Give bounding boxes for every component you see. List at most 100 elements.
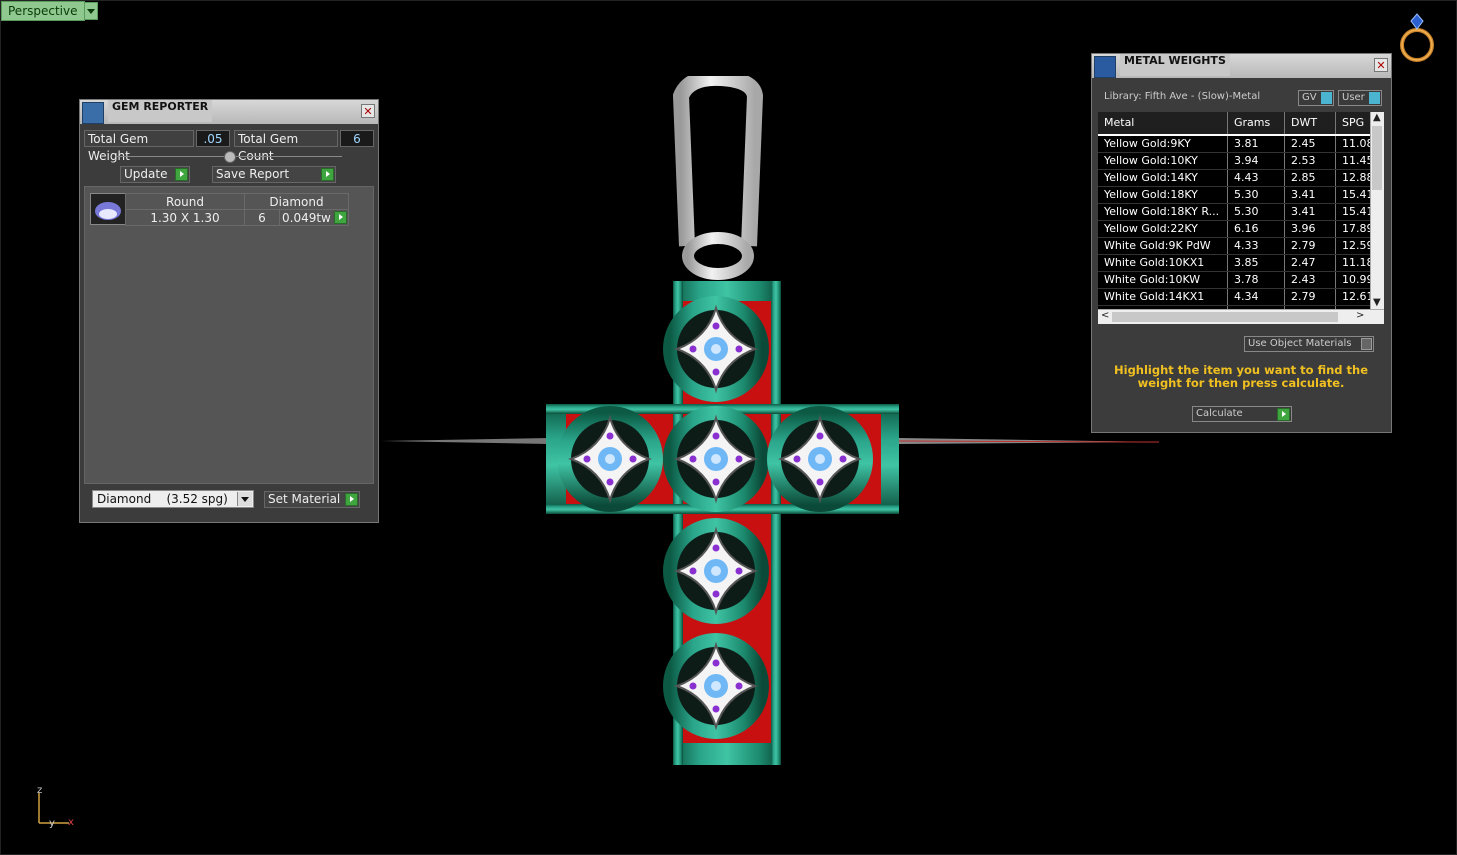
setting-right bbox=[767, 406, 873, 512]
col-grams[interactable]: Grams bbox=[1228, 112, 1285, 134]
user-toggle-label: User bbox=[1342, 92, 1365, 103]
table-cell: 5.30 bbox=[1228, 187, 1285, 203]
table-cell: White Gold:14KX1 bbox=[1098, 289, 1228, 305]
gem-thumbnail[interactable] bbox=[90, 193, 126, 225]
gem-col-material: Diamond bbox=[244, 193, 349, 210]
scroll-left-icon[interactable]: < bbox=[1101, 310, 1109, 322]
toggle-icon bbox=[1321, 92, 1332, 104]
table-row[interactable]: Yellow Gold:18KY 5.30 3.41 15.41 bbox=[1098, 187, 1378, 204]
setting-bottom bbox=[663, 633, 769, 739]
scrollbar-thumb[interactable] bbox=[1112, 312, 1338, 322]
gem-reporter-title: GEM REPORTER bbox=[108, 100, 213, 122]
gem-size: 1.30 X 1.30 bbox=[125, 209, 245, 226]
table-cell: 2.53 bbox=[1285, 153, 1336, 169]
3d-viewport[interactable]: Perspective z y x GEM REPORTER ✕ Total G… bbox=[0, 0, 1457, 855]
table-cell: White Gold:10KX1 bbox=[1098, 255, 1228, 271]
table-cell: Yellow Gold:18KY R... bbox=[1098, 204, 1228, 220]
table-row[interactable]: White Gold:14KX1 4.34 2.79 12.61 bbox=[1098, 289, 1378, 306]
cross-pendant-model[interactable] bbox=[541, 76, 906, 771]
col-metal[interactable]: Metal bbox=[1098, 112, 1228, 134]
play-icon bbox=[345, 493, 358, 506]
ring-icon[interactable] bbox=[1395, 11, 1441, 65]
metal-table-body: Yellow Gold:9KY 3.81 2.45 11.08 Yellow Gold:… bbox=[1098, 136, 1378, 323]
table-row[interactable]: White Gold:9K PdW 4.33 2.79 12.59 bbox=[1098, 238, 1378, 255]
metal-weights-panel: METAL WEIGHTS ✕ Library: Fifth Ave - (Sl… bbox=[1091, 53, 1392, 433]
table-row[interactable]: White Gold:10KW 3.78 2.43 10.99 bbox=[1098, 272, 1378, 289]
axis-y-label: y bbox=[49, 818, 55, 829]
play-icon bbox=[175, 168, 188, 181]
table-cell: 2.79 bbox=[1285, 289, 1336, 305]
table-row[interactable]: Yellow Gold:9KY 3.81 2.45 11.08 bbox=[1098, 136, 1378, 153]
metal-table[interactable]: Metal Grams DWT SPG Yellow Gold:9KY 3.81 2… bbox=[1098, 112, 1384, 324]
instruction-text: Highlight the item you want to find the … bbox=[1114, 363, 1368, 390]
gem-count: 6 bbox=[244, 209, 280, 226]
horizontal-scrollbar[interactable]: < > bbox=[1098, 309, 1384, 324]
table-cell: Yellow Gold:18KY bbox=[1098, 187, 1228, 203]
calculate-button[interactable]: Calculate bbox=[1192, 406, 1292, 422]
table-row[interactable]: White Gold:10KX1 3.85 2.47 11.18 bbox=[1098, 255, 1378, 272]
axis-triad: z y x bbox=[37, 785, 74, 829]
library-label: Library: Fifth Ave - (Slow)-Metal bbox=[1104, 91, 1261, 102]
set-material-button[interactable]: Set Material bbox=[264, 491, 360, 508]
close-icon[interactable]: ✕ bbox=[1374, 58, 1388, 72]
table-cell: 2.47 bbox=[1285, 255, 1336, 271]
table-cell: 2.43 bbox=[1285, 272, 1336, 288]
table-row[interactable]: Yellow Gold:18KY R... 5.30 3.41 15.41 bbox=[1098, 204, 1378, 221]
gem-reporter-titlebar[interactable]: GEM REPORTER ✕ bbox=[80, 100, 378, 124]
close-icon[interactable]: ✕ bbox=[361, 104, 375, 118]
set-material-button-label: Set Material bbox=[268, 492, 341, 506]
chevron-down-icon[interactable] bbox=[237, 492, 252, 506]
calculate-button-label: Calculate bbox=[1196, 408, 1243, 419]
table-cell: Yellow Gold:14KY bbox=[1098, 170, 1228, 186]
table-cell: 4.34 bbox=[1228, 289, 1285, 305]
viewport-name[interactable]: Perspective bbox=[1, 1, 85, 21]
viewport-label[interactable]: Perspective bbox=[1, 1, 98, 21]
material-select-value: Diamond (3.52 spg) bbox=[97, 492, 228, 506]
update-button-label: Update bbox=[124, 167, 168, 181]
table-cell: 3.81 bbox=[1228, 136, 1285, 152]
table-row[interactable]: Yellow Gold:14KY 4.43 2.85 12.88 bbox=[1098, 170, 1378, 187]
scroll-right-icon[interactable]: > bbox=[1356, 310, 1364, 322]
metal-table-header: Metal Grams DWT SPG bbox=[1098, 112, 1378, 134]
table-cell: 3.41 bbox=[1285, 204, 1336, 220]
play-icon[interactable] bbox=[334, 211, 347, 224]
table-cell: Yellow Gold:9KY bbox=[1098, 136, 1228, 152]
table-cell: 4.43 bbox=[1228, 170, 1285, 186]
table-cell: 5.30 bbox=[1228, 204, 1285, 220]
scroll-up-icon[interactable]: ▲ bbox=[1373, 112, 1381, 124]
user-toggle[interactable]: User bbox=[1338, 90, 1382, 106]
metal-weights-titlebar[interactable]: METAL WEIGHTS ✕ bbox=[1092, 54, 1391, 78]
table-cell: 3.41 bbox=[1285, 187, 1336, 203]
play-icon bbox=[321, 168, 334, 181]
scrollbar-thumb[interactable] bbox=[1372, 126, 1382, 190]
scroll-down-icon[interactable]: ▼ bbox=[1373, 297, 1381, 309]
col-dwt[interactable]: DWT bbox=[1285, 112, 1336, 134]
material-select[interactable]: Diamond (3.52 spg) bbox=[92, 490, 254, 508]
setting-top bbox=[663, 296, 769, 402]
vertical-scrollbar[interactable]: ▲ ▼ bbox=[1370, 112, 1384, 310]
total-gem-weight-value[interactable]: .05 bbox=[196, 130, 230, 147]
total-gem-count-value[interactable]: 6 bbox=[340, 130, 374, 147]
save-report-button[interactable]: Save Report bbox=[212, 166, 336, 183]
axis-z-label: z bbox=[37, 785, 42, 796]
use-object-materials-label: Use Object Materials bbox=[1248, 338, 1352, 349]
viewport-dropdown-icon[interactable] bbox=[84, 2, 98, 20]
metal-weights-title: METAL WEIGHTS bbox=[1120, 54, 1230, 76]
save-report-button-label: Save Report bbox=[216, 167, 290, 181]
gv-toggle[interactable]: GV bbox=[1298, 90, 1334, 106]
table-row[interactable]: Yellow Gold:22KY 6.16 3.96 17.89 bbox=[1098, 221, 1378, 238]
update-button[interactable]: Update bbox=[120, 166, 190, 183]
table-row[interactable]: Yellow Gold:10KY 3.94 2.53 11.45 bbox=[1098, 153, 1378, 170]
table-cell: 2.45 bbox=[1285, 136, 1336, 152]
use-object-materials-toggle[interactable]: Use Object Materials bbox=[1244, 336, 1374, 352]
table-cell: 2.85 bbox=[1285, 170, 1336, 186]
gem-reporter-slider-knob[interactable] bbox=[224, 151, 236, 163]
table-cell: White Gold:10KW bbox=[1098, 272, 1228, 288]
gem-list[interactable]: Round Diamond 1.30 X 1.30 6 0.049tw bbox=[84, 186, 374, 484]
table-cell: 6.16 bbox=[1228, 221, 1285, 237]
table-row[interactable]: 1.30 X 1.30 6 0.049tw bbox=[125, 209, 349, 226]
play-icon bbox=[1277, 408, 1290, 421]
total-gem-weight-label: Total Gem Weight bbox=[84, 130, 194, 163]
setting-left bbox=[557, 406, 663, 512]
gem-reporter-panel: GEM REPORTER ✕ Total Gem Weight .05 Tota… bbox=[79, 99, 379, 523]
